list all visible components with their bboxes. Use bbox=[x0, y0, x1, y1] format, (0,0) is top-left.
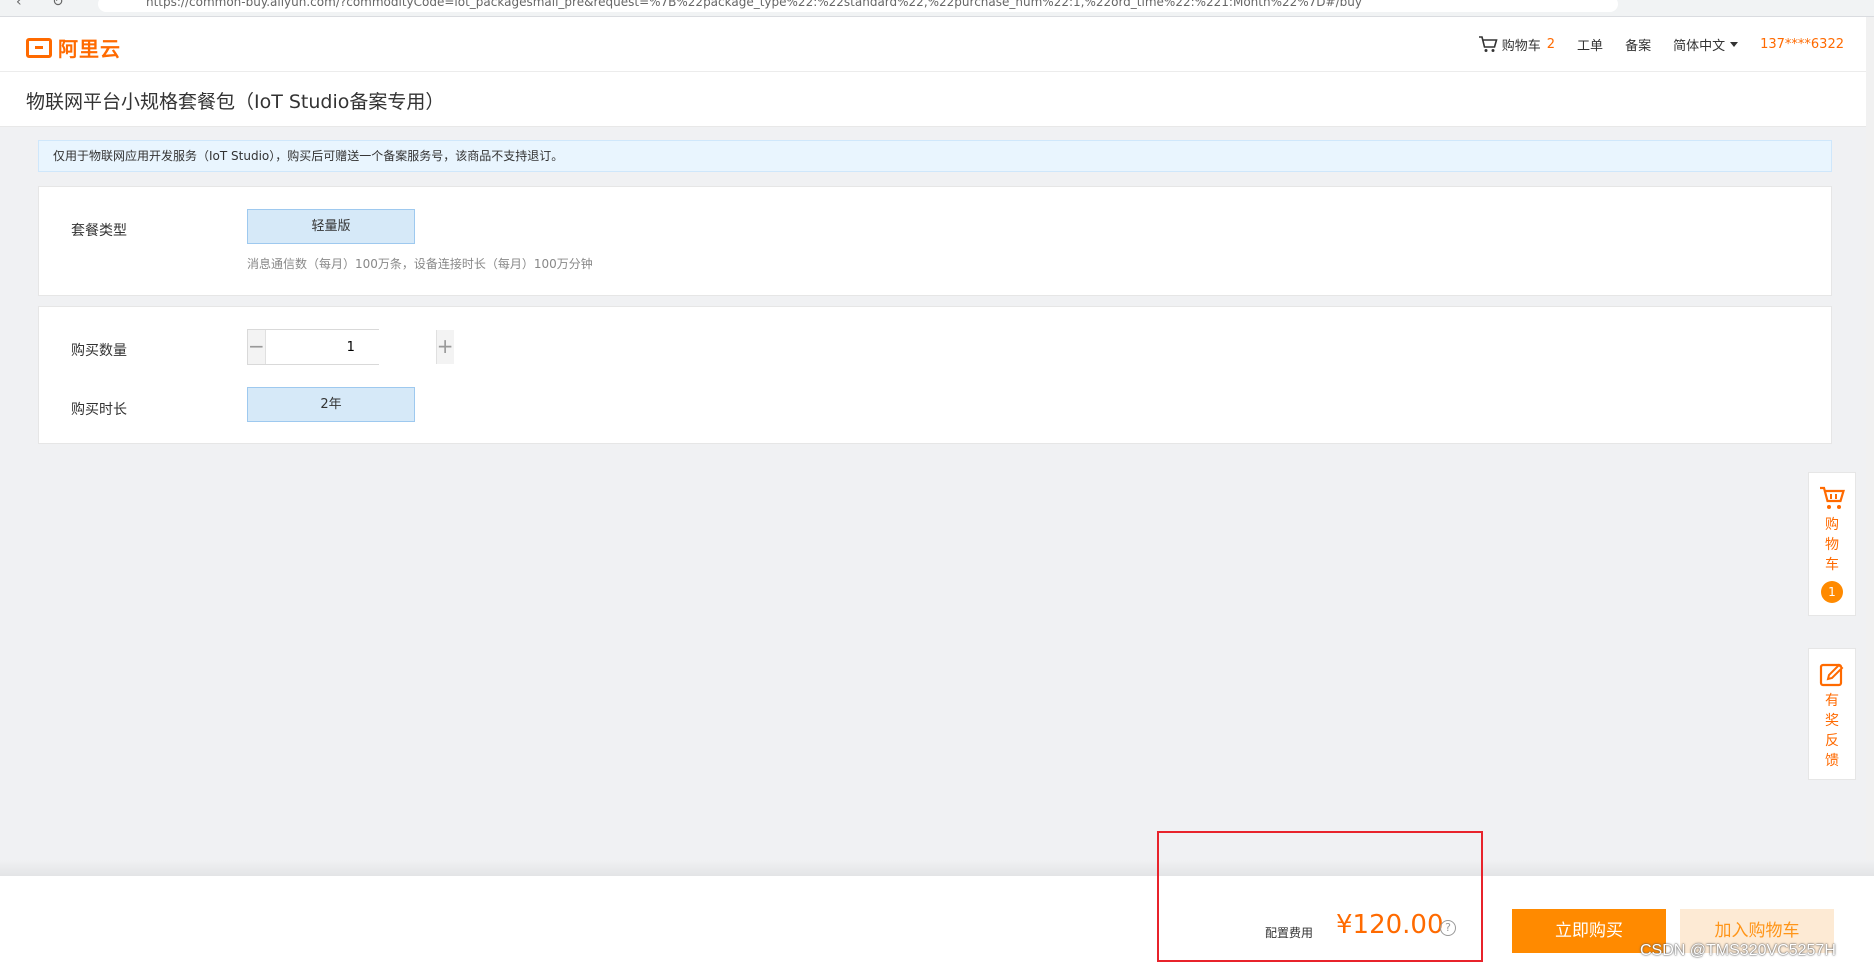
side-cart-badge: 1 bbox=[1821, 581, 1843, 603]
browser-toolbar: ‹ ↻ https://common-buy.aliyun.com/?commo… bbox=[0, 0, 1874, 17]
logo-text: 阿里云 bbox=[58, 37, 121, 61]
page-title: 物联网平台小规格套餐包（IoT Studio备案专用） bbox=[26, 91, 445, 113]
user-account[interactable]: 137****6322 bbox=[1760, 37, 1844, 52]
package-option-lite[interactable]: 轻量版 bbox=[247, 209, 415, 244]
language-selector[interactable]: 简体中文 bbox=[1673, 35, 1739, 54]
top-nav: 购物车 2 工单 备案 简体中文 137****6322 bbox=[1456, 17, 1844, 71]
fee-value: ¥120.00 bbox=[1336, 910, 1444, 940]
cart-label: 购物车 bbox=[1501, 38, 1541, 54]
watermark: CSDN @TMS320VC5257H bbox=[1640, 942, 1836, 959]
cart-count: 2 bbox=[1546, 36, 1556, 52]
help-icon[interactable]: ? bbox=[1440, 920, 1456, 936]
edit-icon bbox=[1819, 663, 1844, 687]
package-description: 消息通信数（每月）100万条，设备连接时长（每月）100万分钟 bbox=[247, 257, 593, 271]
quantity-label: 购买数量 bbox=[71, 343, 127, 359]
side-cart-label: 购物车 bbox=[1825, 517, 1839, 573]
title-bar: 物联网平台小规格套餐包（IoT Studio备案专用） bbox=[0, 72, 1874, 127]
bottom-action-bar: 配置费用 ¥120.00 ? 立即购买 加入购物车 bbox=[0, 876, 1874, 969]
quantity-stepper: − + bbox=[247, 329, 454, 365]
fee-label: 配置费用 bbox=[1265, 926, 1314, 940]
filing-link[interactable]: 备案 bbox=[1625, 35, 1651, 54]
purchase-card: 购买数量 − + 购买时长 2年 bbox=[38, 306, 1832, 444]
back-icon[interactable]: ‹ bbox=[16, 0, 22, 10]
cart-icon bbox=[1820, 486, 1845, 509]
duration-option[interactable]: 2年 bbox=[247, 387, 415, 422]
address-bar[interactable]: https://common-buy.aliyun.com/?commodity… bbox=[98, 0, 1618, 12]
bottom-bar-shadow bbox=[0, 860, 1874, 876]
cart-link[interactable]: 购物车 2 bbox=[1478, 35, 1555, 54]
aliyun-logo[interactable]: 阿里云 bbox=[26, 33, 121, 62]
duration-label: 购买时长 bbox=[71, 402, 127, 418]
reload-icon[interactable]: ↻ bbox=[52, 0, 64, 10]
plus-button[interactable]: + bbox=[436, 330, 454, 364]
package-type-label: 套餐类型 bbox=[71, 223, 127, 239]
cart-icon bbox=[1478, 36, 1498, 52]
language-label: 简体中文 bbox=[1673, 38, 1726, 54]
caret-down-icon bbox=[1730, 41, 1739, 47]
ticket-link[interactable]: 工单 bbox=[1577, 35, 1603, 54]
quantity-input[interactable] bbox=[264, 330, 437, 364]
package-type-card: 套餐类型 轻量版 消息通信数（每月）100万条，设备连接时长（每月）100万分钟 bbox=[38, 186, 1832, 296]
top-header: 阿里云 购物车 2 工单 备案 简体中文 137****6322 bbox=[0, 17, 1874, 72]
notice-banner: 仅用于物联网应用开发服务（IoT Studio），购买后可赠送一个备案服务号，该… bbox=[38, 140, 1832, 172]
scrollbar[interactable] bbox=[1866, 17, 1874, 969]
side-feedback-button[interactable]: 有奖反馈 bbox=[1808, 648, 1856, 780]
side-feedback-label: 有奖反馈 bbox=[1825, 693, 1839, 769]
side-cart-button[interactable]: 购物车 1 bbox=[1808, 472, 1856, 616]
minus-button[interactable]: − bbox=[248, 330, 265, 364]
aliyun-logo-icon bbox=[26, 37, 52, 58]
